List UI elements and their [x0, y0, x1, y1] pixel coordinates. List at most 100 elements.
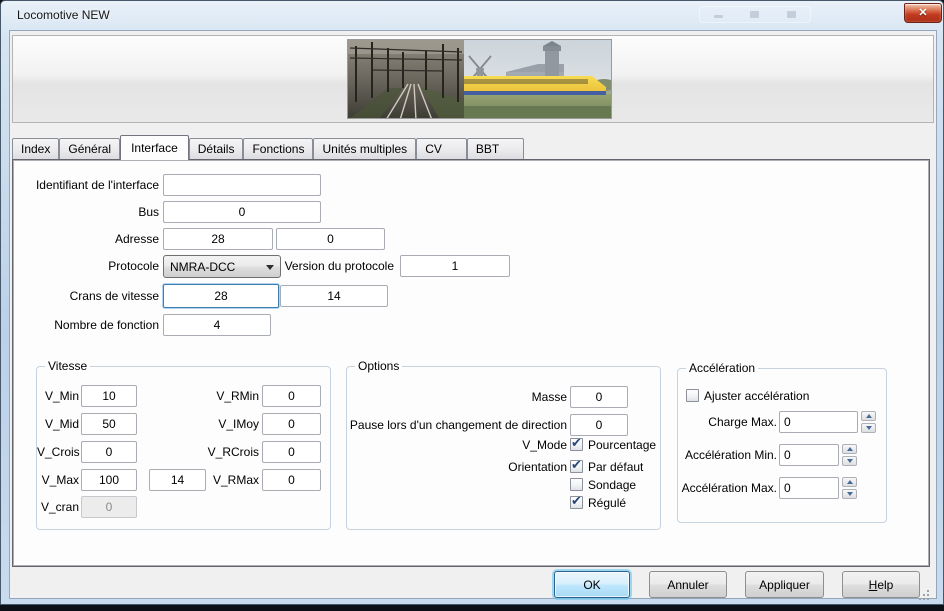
apply-button-label: Appliquer	[746, 578, 823, 592]
version-protocole-label: Version du protocole	[276, 255, 394, 278]
vcran-input	[81, 496, 137, 518]
sondage-checkbox[interactable]: ✔	[570, 478, 583, 491]
par-defaut-label: Par défaut	[588, 460, 643, 474]
checkmark-icon: ✔	[571, 493, 582, 509]
apply-button[interactable]: Appliquer	[745, 571, 824, 598]
spin-down-icon[interactable]	[861, 423, 876, 433]
window-bottom-edge	[0, 605, 944, 611]
titlebar-disabled-buttons	[699, 6, 811, 23]
vcrois-label: V_Crois	[37, 441, 79, 463]
adresse-input-2[interactable]	[276, 228, 385, 250]
masse-input[interactable]	[570, 386, 628, 408]
header-photo	[347, 39, 612, 119]
window-title: Locomotive NEW	[17, 1, 110, 29]
nombre-fonction-label: Nombre de fonction	[13, 314, 159, 336]
window-frame: Locomotive NEW ✕	[0, 0, 944, 605]
maximize-icon	[750, 11, 759, 18]
tab-interface[interactable]: Interface	[120, 135, 189, 160]
tab-label: Fonctions	[252, 142, 304, 156]
help-button[interactable]: Help	[842, 571, 920, 598]
vimoy-label: V_IMoy	[197, 413, 259, 435]
acceleration-min-label: Accélération Min.	[678, 444, 777, 466]
vmax-input[interactable]	[81, 469, 137, 491]
tab-fonctions[interactable]: Fonctions	[243, 138, 313, 159]
interface-id-input[interactable]	[163, 174, 321, 196]
close-icon: ✕	[918, 7, 927, 19]
ok-button-label: OK	[555, 578, 629, 592]
nombre-fonction-input[interactable]	[163, 314, 271, 336]
minimize-icon	[714, 15, 723, 18]
tab-general[interactable]: Général	[59, 138, 120, 159]
header-banner	[12, 35, 934, 123]
title-bar[interactable]: Locomotive NEW ✕	[1, 1, 944, 30]
interface-tab-page: Identifiant de l'interface Bus Adresse P…	[12, 159, 930, 567]
sondage-label: Sondage	[588, 478, 636, 492]
bus-label: Bus	[13, 201, 159, 223]
tab-label: Unités multiples	[322, 142, 407, 156]
vimoy-input[interactable]	[262, 413, 321, 435]
pause-direction-input[interactable]	[570, 414, 628, 436]
dialog-window: Locomotive NEW ✕	[0, 0, 944, 611]
acceleration-max-label: Accélération Max.	[678, 477, 777, 499]
tab-bbt[interactable]: BBT	[467, 138, 524, 159]
spin-up-icon[interactable]	[842, 444, 857, 454]
charge-max-stepper	[861, 411, 876, 433]
chevron-down-icon	[266, 265, 274, 270]
vmin-label: V_Min	[37, 385, 79, 407]
crans-vitesse-input-1[interactable]	[163, 284, 279, 308]
charge-max-input[interactable]	[779, 411, 858, 433]
checkmark-icon: ✔	[571, 435, 582, 451]
adresse-input-1[interactable]	[163, 228, 273, 250]
version-protocole-input[interactable]	[400, 255, 510, 277]
tab-details[interactable]: Détails	[189, 138, 244, 159]
vmode-label: V_Mode	[347, 438, 567, 452]
vrmin-label: V_RMin	[197, 385, 259, 407]
masse-label: Masse	[347, 386, 567, 408]
vitesse-group: Vitesse V_Min V_RMin V_Mid V_IMoy V_Croi…	[36, 366, 331, 530]
regule-checkbox[interactable]: ✔	[570, 496, 583, 509]
charge-max-label: Charge Max.	[678, 411, 777, 433]
vcrois-input[interactable]	[81, 441, 137, 463]
par-defaut-checkbox[interactable]: ✔	[570, 460, 583, 473]
acceleration-max-input[interactable]	[779, 477, 839, 499]
bus-input[interactable]	[163, 201, 321, 223]
resize-grip[interactable]	[919, 588, 931, 600]
regule-label: Régulé	[588, 496, 626, 510]
crans-vitesse-label: Crans de vitesse	[13, 285, 159, 307]
vrcrois-input[interactable]	[262, 441, 321, 463]
ok-button[interactable]: OK	[554, 571, 630, 598]
interface-id-label: Identifiant de l'interface	[13, 174, 159, 196]
crans-vitesse-input-2[interactable]	[280, 285, 388, 307]
vmid-label: V_Mid	[37, 413, 79, 435]
tab-label: Index	[21, 142, 50, 156]
cancel-button[interactable]: Annuler	[649, 571, 727, 598]
spin-up-icon[interactable]	[861, 411, 876, 421]
acceleration-min-stepper	[842, 444, 857, 466]
spin-up-icon[interactable]	[842, 477, 857, 487]
tab-strip: Index Général Interface Détails Fonction…	[12, 134, 524, 159]
protocole-select[interactable]: NMRA-DCC	[163, 255, 281, 278]
help-button-label: Help	[843, 578, 919, 592]
vmin-input[interactable]	[81, 385, 137, 407]
orientation-label: Orientation	[347, 460, 567, 474]
adresse-label: Adresse	[13, 228, 159, 250]
vrmax-input[interactable]	[262, 469, 321, 491]
acceleration-group-title: Accélération	[686, 361, 758, 375]
spin-down-icon[interactable]	[842, 456, 857, 466]
restore-icon	[787, 11, 796, 18]
vmax-label: V_Max	[37, 469, 79, 491]
ajuster-acceleration-checkbox[interactable]: ✔	[686, 389, 699, 402]
close-button[interactable]: ✕	[904, 3, 942, 23]
vrcrois-label: V_RCrois	[197, 441, 259, 463]
protocole-selected-value: NMRA-DCC	[170, 260, 235, 274]
vmid-input[interactable]	[81, 413, 137, 435]
tab-label: Général	[68, 142, 111, 156]
tab-cv[interactable]: CV	[416, 138, 467, 159]
acceleration-min-input[interactable]	[779, 444, 839, 466]
tab-index[interactable]: Index	[12, 138, 59, 159]
vrmin-input[interactable]	[262, 385, 321, 407]
pourcentage-checkbox[interactable]: ✔	[570, 438, 583, 451]
train-scene-illustration	[348, 40, 612, 119]
spin-down-icon[interactable]	[842, 489, 857, 499]
tab-unites-multiples[interactable]: Unités multiples	[313, 138, 416, 159]
